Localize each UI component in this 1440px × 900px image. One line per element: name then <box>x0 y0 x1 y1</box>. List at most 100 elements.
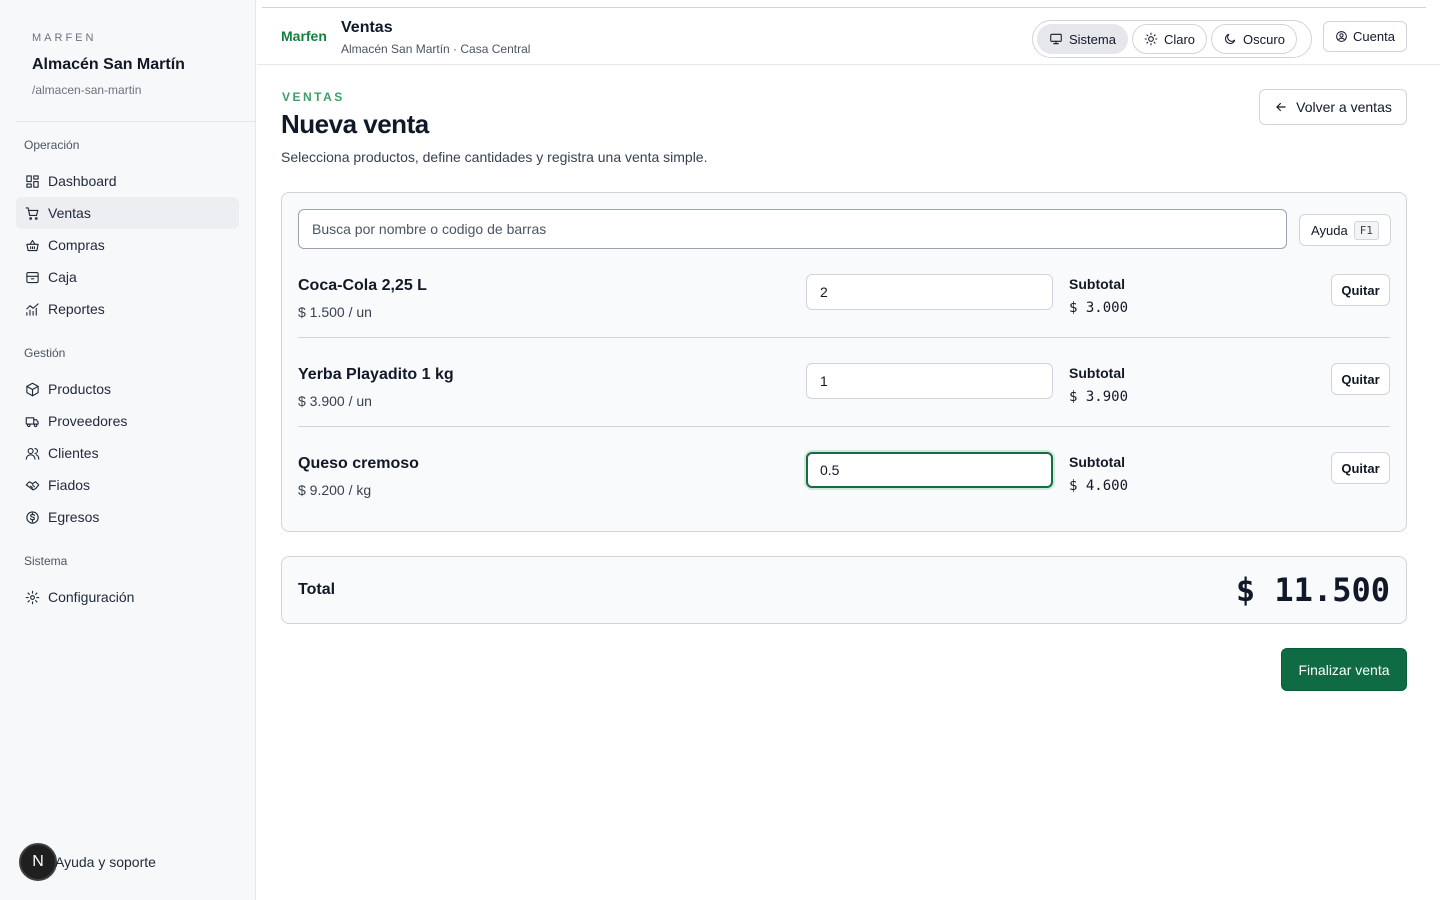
subtotal-value: $ 3.000 <box>1069 300 1129 316</box>
table-row: Yerba Playadito 1 kg $ 3.900 / un Subtot… <box>298 338 1390 427</box>
sidebar-item-productos[interactable]: Productos <box>16 373 239 405</box>
dollar-circle-icon <box>24 509 40 525</box>
total-card: Total $ 11.500 <box>281 556 1407 624</box>
top-header: Marfen Ventas Almacén San Martín · Casa … <box>257 8 1440 65</box>
sidebar-item-label: Configuración <box>48 589 135 605</box>
basket-icon <box>24 237 40 253</box>
subtotal-value: $ 4.600 <box>1069 478 1129 494</box>
nav-group-sistema: Sistema Configuración <box>16 554 239 613</box>
sidebar-item-caja[interactable]: Caja <box>16 261 239 293</box>
cart-icon <box>24 205 40 221</box>
monitor-icon <box>1050 33 1062 45</box>
item-price: $ 1.500 / un <box>298 304 372 320</box>
avatar: N <box>19 843 57 881</box>
table-row: Queso cremoso $ 9.200 / kg Subtotal $ 4.… <box>298 427 1390 516</box>
theme-switcher: Sistema Claro Oscuro <box>1032 20 1312 58</box>
user-circle-icon <box>1336 31 1347 42</box>
sidebar-item-configuracion[interactable]: Configuración <box>16 581 239 613</box>
store-slug: /almacen-san-martin <box>32 83 142 97</box>
total-label: Total <box>298 581 336 598</box>
sidebar-item-clientes[interactable]: Clientes <box>16 437 239 469</box>
remove-item-button[interactable]: Quitar <box>1331 363 1390 395</box>
item-name: Coca-Cola 2,25 L <box>298 277 427 294</box>
sidebar-item-label: Compras <box>48 237 105 253</box>
subtotal-value: $ 3.900 <box>1069 389 1129 405</box>
subtotal-label: Subtotal <box>1069 276 1125 292</box>
users-icon <box>24 445 40 461</box>
nav-group-title: Sistema <box>24 554 68 568</box>
theme-light-label: Claro <box>1163 31 1196 47</box>
help-support-label: Ayuda y soporte <box>55 854 156 870</box>
help-button[interactable]: Ayuda F1 <box>1299 214 1391 246</box>
product-search-input[interactable] <box>298 209 1287 249</box>
header-brand: Marfen <box>281 28 327 44</box>
quantity-input[interactable] <box>806 363 1053 399</box>
quantity-input[interactable] <box>806 274 1053 310</box>
nav-group-title: Gestión <box>24 346 66 360</box>
sidebar-item-label: Clientes <box>48 445 99 461</box>
nav-group-gestion: Gestión Productos Proveedores Clientes F… <box>16 346 239 533</box>
page-eyebrow: VENTAS <box>282 90 345 104</box>
store-name: Almacén San Martín <box>32 56 185 73</box>
subtotal-label: Subtotal <box>1069 365 1125 381</box>
item-price: $ 9.200 / kg <box>298 482 372 498</box>
table-row: Coca-Cola 2,25 L $ 1.500 / un Subtotal $… <box>298 249 1390 338</box>
quantity-input[interactable] <box>806 452 1053 488</box>
box-icon <box>24 381 40 397</box>
sale-items-card: Ayuda F1 Coca-Cola 2,25 L $ 1.500 / un S… <box>281 192 1407 532</box>
sidebar: MARFEN Almacén San Martín /almacen-san-m… <box>0 0 256 900</box>
page-description: Selecciona productos, define cantidades … <box>281 149 708 165</box>
theme-dark-button[interactable]: Oscuro <box>1211 24 1297 54</box>
remove-item-button[interactable]: Quitar <box>1331 452 1390 484</box>
sidebar-item-compras[interactable]: Compras <box>16 229 239 261</box>
sidebar-item-fiados[interactable]: Fiados <box>16 469 239 501</box>
help-support-link[interactable]: N Ayuda y soporte <box>19 843 156 881</box>
help-shortcut-key: F1 <box>1353 220 1379 240</box>
item-name: Queso cremoso <box>298 455 419 472</box>
theme-light-button[interactable]: Claro <box>1131 24 1208 54</box>
account-button[interactable]: Cuenta <box>1323 21 1407 52</box>
handshake-icon <box>24 477 40 493</box>
truck-icon <box>24 413 40 429</box>
theme-dark-label: Oscuro <box>1243 31 1285 47</box>
sidebar-item-label: Fiados <box>48 477 91 493</box>
theme-system-button[interactable]: Sistema <box>1037 24 1128 54</box>
nav-group-operacion: Operación Dashboard Ventas Compras Caja … <box>16 138 239 325</box>
account-label: Cuenta <box>1353 29 1395 44</box>
finish-sale-button[interactable]: Finalizar venta <box>1281 648 1407 691</box>
subtotal-label: Subtotal <box>1069 454 1125 470</box>
item-name: Yerba Playadito 1 kg <box>298 366 454 383</box>
page-title: Nueva venta <box>281 109 429 139</box>
sidebar-item-label: Reportes <box>48 301 105 317</box>
moon-icon <box>1225 33 1236 44</box>
sidebar-item-dashboard[interactable]: Dashboard <box>16 165 239 197</box>
sun-icon <box>1144 32 1158 46</box>
sidebar-item-label: Proveedores <box>48 413 128 429</box>
help-button-label: Ayuda <box>1311 222 1348 238</box>
theme-system-label: Sistema <box>1069 31 1116 47</box>
sidebar-item-ventas[interactable]: Ventas <box>16 197 239 229</box>
chart-icon <box>24 301 40 317</box>
nav-group-title: Operación <box>24 138 80 152</box>
sidebar-item-label: Caja <box>48 269 77 285</box>
back-to-sales-button[interactable]: Volver a ventas <box>1259 89 1407 125</box>
sidebar-item-label: Dashboard <box>48 173 117 189</box>
sidebar-item-reportes[interactable]: Reportes <box>16 293 239 325</box>
total-value: $ 11.500 <box>1235 571 1390 609</box>
dashboard-icon <box>24 173 40 189</box>
item-price: $ 3.900 / un <box>298 393 372 409</box>
brand-eyebrow: MARFEN <box>32 32 97 44</box>
cash-box-icon <box>24 269 40 285</box>
store-brand: MARFEN Almacén San Martín /almacen-san-m… <box>16 0 255 122</box>
gear-icon <box>24 589 40 605</box>
sidebar-item-egresos[interactable]: Egresos <box>16 501 239 533</box>
remove-item-button[interactable]: Quitar <box>1331 274 1390 306</box>
arrow-left-icon <box>1276 102 1286 112</box>
header-title: Ventas <box>341 19 393 36</box>
sidebar-item-label: Productos <box>48 381 112 397</box>
sidebar-item-label: Ventas <box>48 205 91 221</box>
sidebar-item-proveedores[interactable]: Proveedores <box>16 405 239 437</box>
back-label: Volver a ventas <box>1296 99 1392 115</box>
sidebar-item-label: Egresos <box>48 509 100 525</box>
header-subtitle: Almacén San Martín · Casa Central <box>341 42 531 56</box>
